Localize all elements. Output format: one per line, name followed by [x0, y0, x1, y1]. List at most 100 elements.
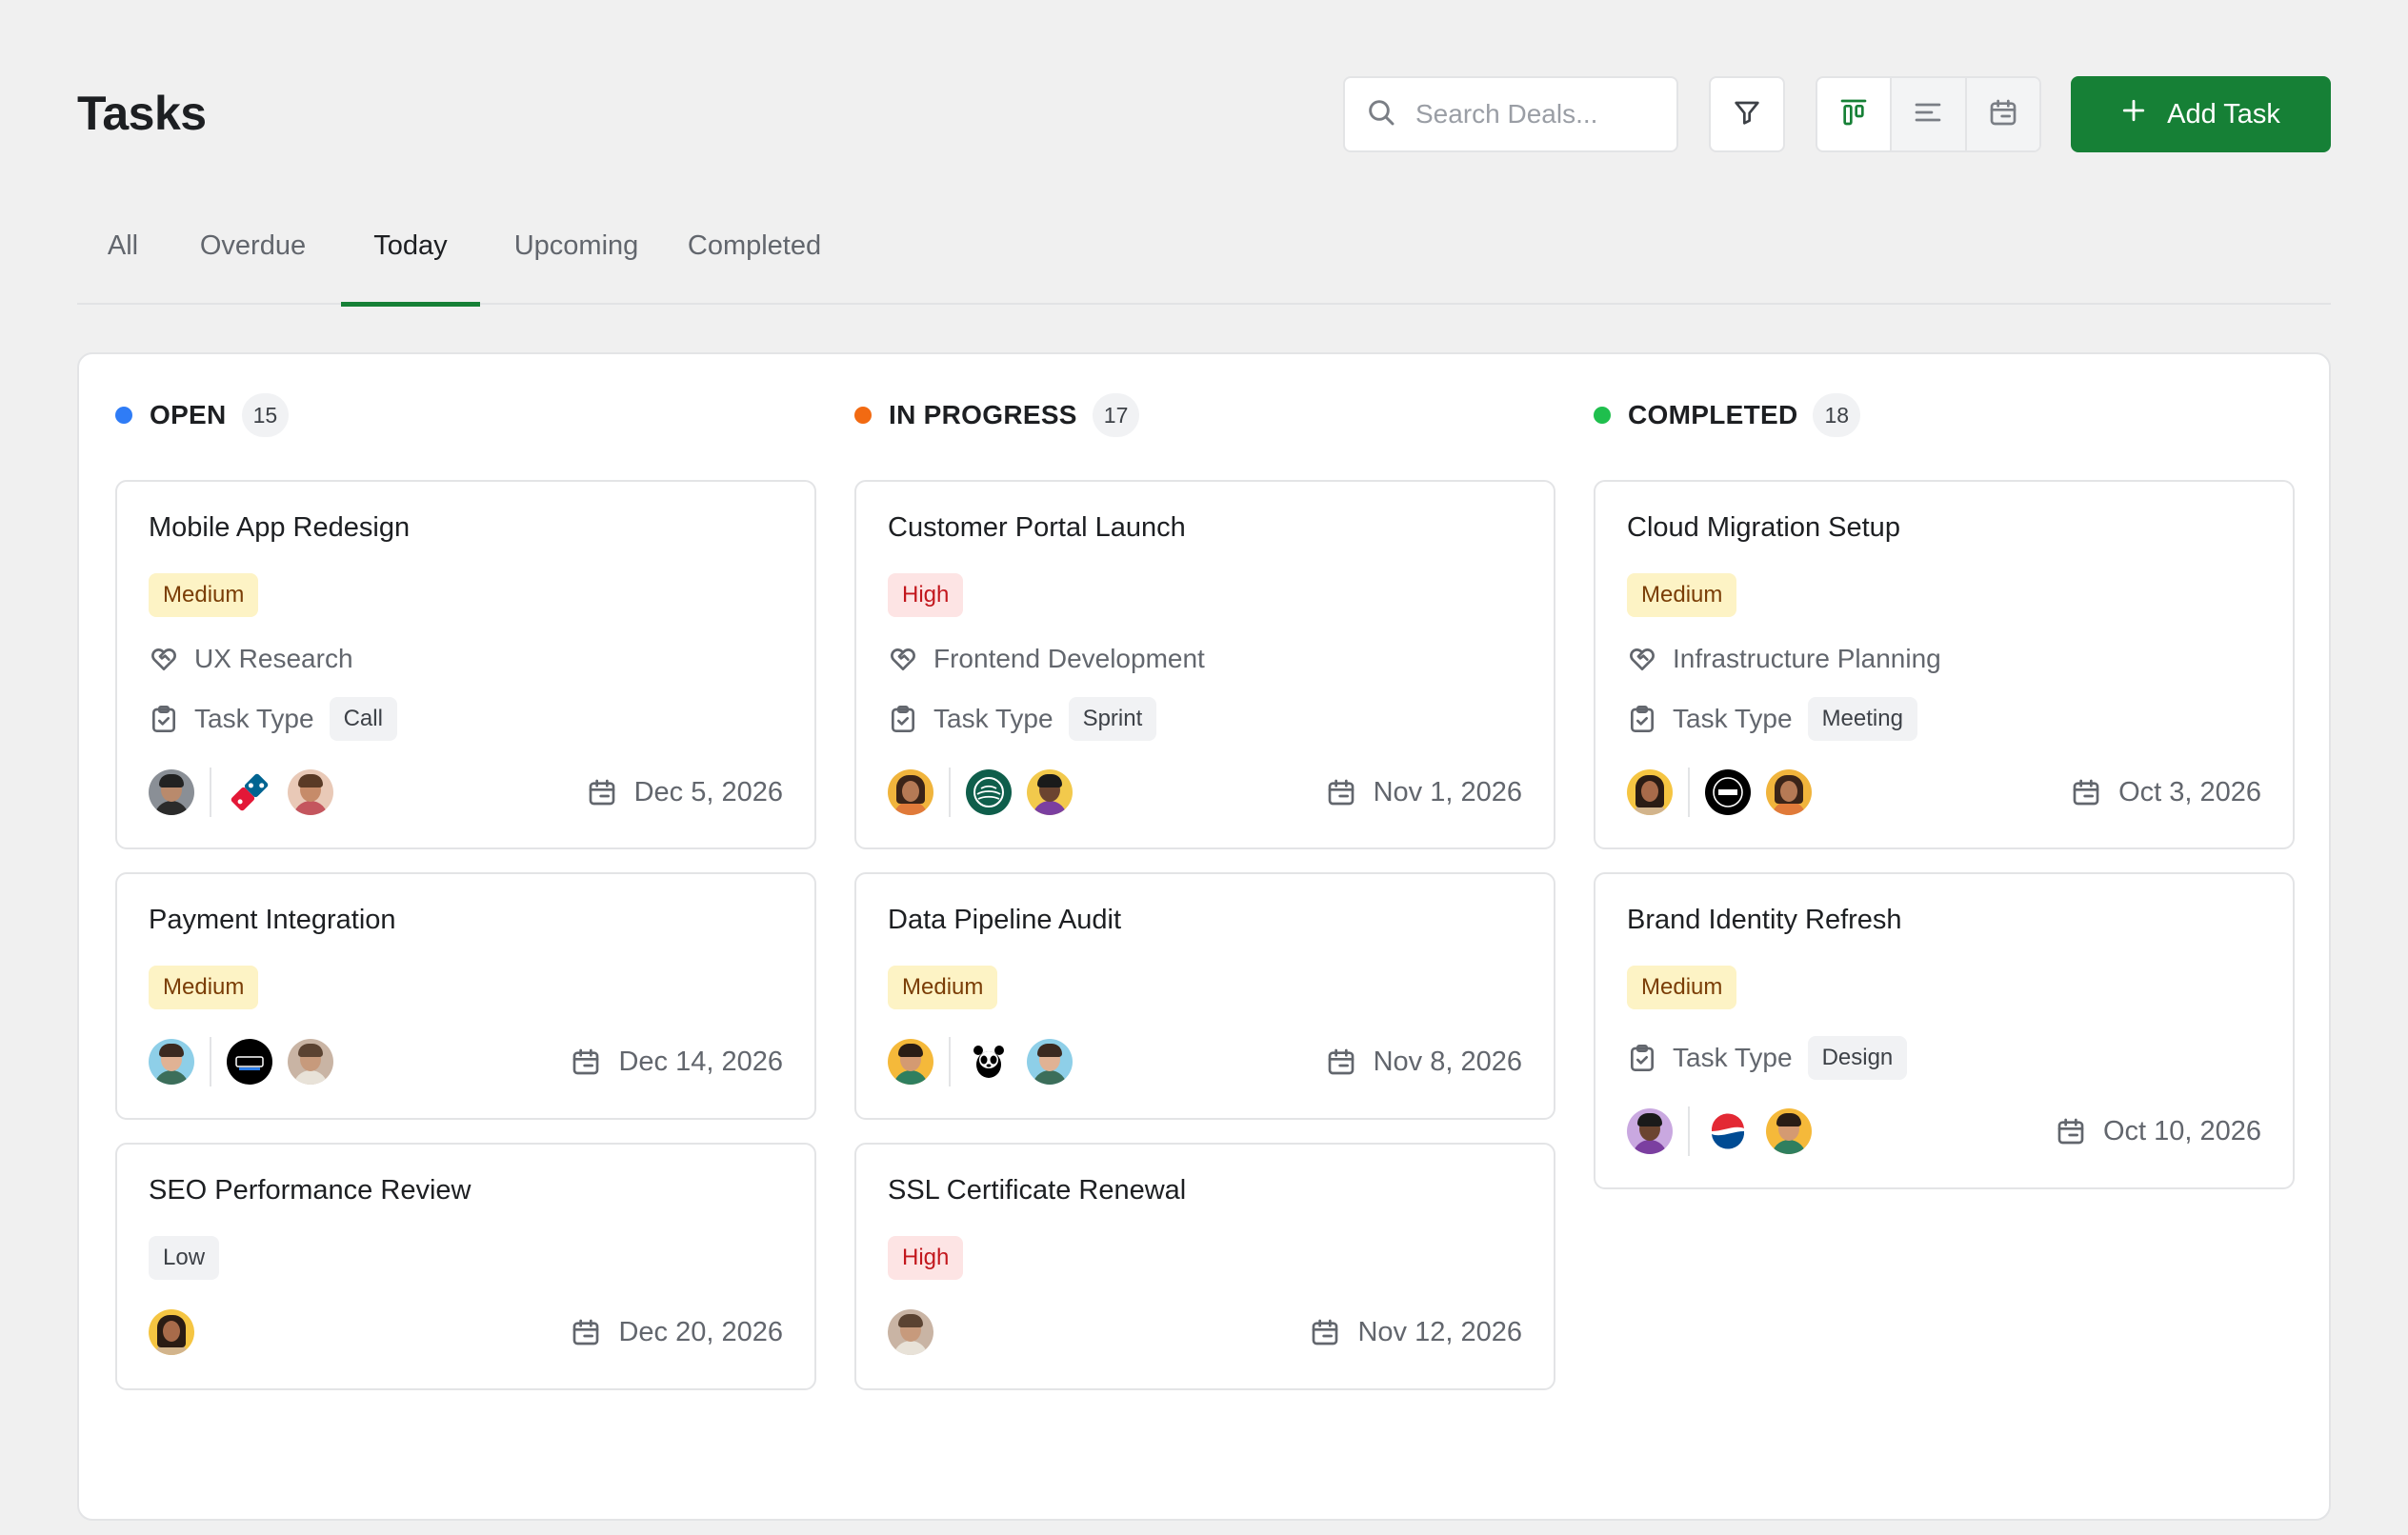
card-footer: Nov 8, 2026: [888, 1037, 1522, 1086]
task-card[interactable]: SSL Certificate Renewal High Nov 12, 202…: [854, 1143, 1555, 1390]
avatar[interactable]: [888, 1039, 933, 1085]
project-name: UX Research: [194, 644, 353, 673]
card-title: Cloud Migration Setup: [1627, 512, 1900, 543]
priority-badge: Low: [149, 1236, 220, 1280]
card-title: Mobile App Redesign: [149, 512, 411, 543]
list-view-button[interactable]: [1892, 78, 1967, 150]
task-card[interactable]: Payment Integration Medium Dec 14, 2026: [115, 872, 816, 1120]
company-logo[interactable]: [966, 1039, 1012, 1085]
calendar-icon: [587, 777, 617, 807]
task-type-row: Task Type Meeting: [1627, 697, 1917, 741]
company-logo[interactable]: [1705, 769, 1751, 815]
clipboard-icon: [1627, 1043, 1657, 1073]
clipboard-icon: [1627, 704, 1657, 734]
priority-badge: Medium: [1627, 966, 1737, 1009]
column-count: 15: [241, 393, 290, 437]
status-dot: [115, 407, 132, 424]
task-type-label: Task Type: [1673, 704, 1793, 733]
company-logo[interactable]: [227, 769, 272, 815]
avatar[interactable]: [1766, 1108, 1812, 1154]
tab-today[interactable]: Today: [341, 225, 480, 307]
task-type-chip: Sprint: [1068, 697, 1157, 741]
avatar[interactable]: [1027, 769, 1073, 815]
kanban-board: OPEN 15 Mobile App Redesign Medium UX Re…: [77, 352, 2331, 1521]
board-view-button[interactable]: [1817, 78, 1893, 150]
column-title: COMPLETED: [1628, 400, 1798, 429]
due-date: Nov 1, 2026: [1326, 777, 1522, 808]
due-date: Oct 3, 2026: [2071, 777, 2261, 808]
task-type-row: Task Type Design: [1627, 1036, 1908, 1080]
avatar[interactable]: [888, 769, 933, 815]
filter-button[interactable]: [1709, 76, 1785, 152]
calendar-view-button[interactable]: [1966, 78, 2039, 150]
tab-all[interactable]: All: [77, 225, 169, 305]
card-footer: Oct 3, 2026: [1627, 768, 2261, 817]
due-date: Nov 12, 2026: [1310, 1317, 1522, 1348]
due-date: Dec 20, 2026: [571, 1317, 783, 1348]
priority-badge: Medium: [1627, 573, 1737, 617]
avatar[interactable]: [288, 769, 333, 815]
column-title: IN PROGRESS: [889, 400, 1077, 429]
task-card[interactable]: Data Pipeline Audit Medium Nov 8, 2026: [854, 872, 1555, 1120]
list-view-icon: [1913, 97, 1943, 132]
add-task-label: Add Task: [2167, 98, 2280, 130]
avatar[interactable]: [1627, 1108, 1673, 1154]
avatar[interactable]: [1766, 769, 1812, 815]
card-title: Data Pipeline Audit: [888, 905, 1122, 935]
avatar[interactable]: [1627, 769, 1673, 815]
task-type-chip: Meeting: [1807, 697, 1917, 741]
card-footer: Nov 12, 2026: [888, 1308, 1522, 1356]
card-title: Customer Portal Launch: [888, 512, 1186, 543]
avatar[interactable]: [288, 1039, 333, 1085]
search-box[interactable]: [1343, 76, 1678, 152]
company-logo[interactable]: [227, 1039, 272, 1085]
company-logo[interactable]: [1705, 1108, 1751, 1154]
filter-icon: [1732, 97, 1762, 132]
assignees: [888, 1309, 933, 1355]
column-open: OPEN 15 Mobile App Redesign Medium UX Re…: [115, 392, 816, 1390]
task-card[interactable]: Brand Identity Refresh Medium Task Type …: [1594, 872, 2295, 1189]
tab-upcoming[interactable]: Upcoming: [503, 225, 650, 305]
task-type-chip: Design: [1807, 1036, 1908, 1080]
search-input[interactable]: [1415, 99, 1663, 130]
avatar[interactable]: [888, 1309, 933, 1355]
tab-completed[interactable]: Completed: [673, 225, 835, 305]
assignees: [149, 768, 333, 817]
search-icon: [1366, 97, 1396, 132]
calendar-icon: [1326, 1047, 1356, 1077]
tab-overdue[interactable]: Overdue: [189, 225, 317, 305]
company-logo[interactable]: [966, 769, 1012, 815]
card-footer: Oct 10, 2026: [1627, 1106, 2261, 1156]
add-task-button[interactable]: Add Task: [2071, 76, 2331, 152]
calendar-icon: [2071, 777, 2101, 807]
assignees: [1627, 1106, 1812, 1156]
column-in-progress: IN PROGRESS 17 Customer Portal Launch Hi…: [854, 392, 1555, 1390]
task-card[interactable]: Cloud Migration Setup Medium Infrastruct…: [1594, 480, 2295, 849]
column-header: IN PROGRESS 17: [854, 392, 1555, 438]
handshake-icon: [888, 644, 918, 674]
priority-badge: High: [888, 1236, 964, 1280]
view-switcher: [1816, 76, 2041, 152]
task-card[interactable]: Customer Portal Launch High Frontend Dev…: [854, 480, 1555, 849]
task-card[interactable]: SEO Performance Review Low Dec 20, 2026: [115, 1143, 816, 1390]
task-card[interactable]: Mobile App Redesign Medium UX Research T…: [115, 480, 816, 849]
avatar[interactable]: [1027, 1039, 1073, 1085]
card-footer: Nov 1, 2026: [888, 768, 1522, 817]
card-title: Brand Identity Refresh: [1627, 905, 1902, 935]
avatar[interactable]: [149, 1039, 194, 1085]
task-type-chip: Call: [329, 697, 397, 741]
due-date: Nov 8, 2026: [1326, 1047, 1522, 1078]
avatar[interactable]: [149, 1309, 194, 1355]
clipboard-icon: [888, 704, 918, 734]
project-row: Frontend Development: [888, 644, 1205, 674]
avatar[interactable]: [149, 769, 194, 815]
project-name: Infrastructure Planning: [1673, 644, 1941, 673]
calendar-icon: [1310, 1317, 1340, 1347]
due-date: Dec 14, 2026: [571, 1047, 783, 1078]
due-date: Oct 10, 2026: [2056, 1116, 2261, 1147]
card-title: SEO Performance Review: [149, 1175, 472, 1206]
page-header: Tasks Search Deals... Add Task: [77, 76, 2331, 152]
calendar-icon: [571, 1317, 601, 1347]
assignees: [149, 1309, 194, 1355]
assignees: [1627, 768, 1812, 817]
